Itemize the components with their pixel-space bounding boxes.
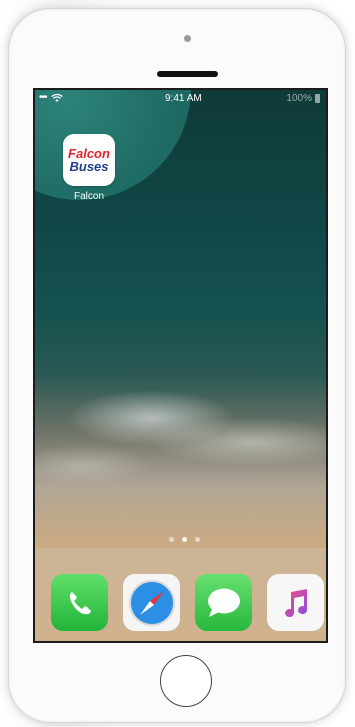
front-camera xyxy=(184,35,191,42)
wallpaper-wave xyxy=(35,370,326,530)
dock xyxy=(35,548,326,641)
page-indicator[interactable] xyxy=(169,537,200,542)
dock-messages-app[interactable] xyxy=(195,574,252,631)
earpiece-speaker xyxy=(157,71,218,77)
dock-music-app[interactable] xyxy=(267,574,324,631)
dock-phone-app[interactable] xyxy=(51,574,108,631)
falcon-buses-logo-icon[interactable]: Falcon Buses xyxy=(63,134,115,186)
logo-text-buses: Buses xyxy=(69,159,109,174)
page-dot-current[interactable] xyxy=(182,537,187,542)
app-label-falcon: Falcon xyxy=(73,191,104,202)
wifi-icon xyxy=(50,93,63,102)
messages-icon xyxy=(207,588,240,617)
phone-icon xyxy=(69,591,91,614)
battery-icon xyxy=(315,94,320,103)
signal-strength-icon: ••• xyxy=(39,92,47,103)
dock-safari-app[interactable] xyxy=(123,574,180,631)
music-note-icon xyxy=(284,588,307,617)
phone-screen: ••• 9:41 AM 100% Falcon Buses Falcon xyxy=(33,88,328,643)
status-time: 9:41 AM xyxy=(165,93,202,104)
safari-compass-icon xyxy=(128,579,175,626)
app-falcon[interactable]: Falcon Buses Falcon xyxy=(63,134,115,202)
status-bar: ••• 9:41 AM 100% xyxy=(35,90,326,108)
page-dot[interactable] xyxy=(169,537,174,542)
home-button[interactable] xyxy=(160,655,212,707)
battery-percentage: 100% xyxy=(286,93,312,104)
page-dot[interactable] xyxy=(195,537,200,542)
